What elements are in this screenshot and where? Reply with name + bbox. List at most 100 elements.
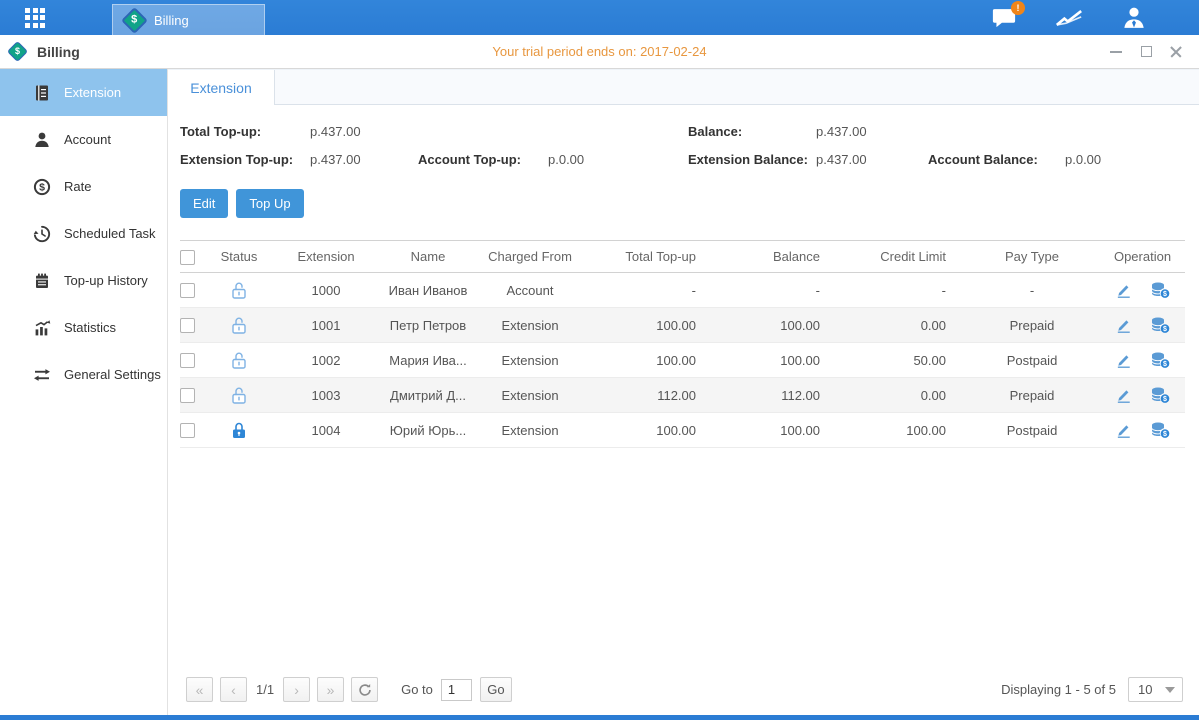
pagination-bar: « ‹ 1/1 › » Go to Go Displaying 1 - 5 of… [180,677,1185,715]
svg-text:$: $ [39,181,45,193]
column-header-pay-type: Pay Type [964,241,1100,273]
cell-charged-from: Extension [474,413,586,448]
select-all-checkbox[interactable] [180,250,195,265]
chevron-down-icon [1165,687,1175,693]
edit-extension-button[interactable] [1115,282,1132,299]
sidebar-item-scheduled-task[interactable]: Scheduled Task [0,210,167,257]
trial-notice: Your trial period ends on: 2017-02-24 [0,44,1199,59]
page-size-select[interactable]: 10 [1128,677,1183,702]
minimize-button[interactable] [1109,45,1123,59]
top-up-extension-button[interactable]: $ [1150,421,1170,439]
sidebar-item-label: General Settings [64,367,161,382]
column-header-name: Name [382,241,474,273]
cell-name: Петр Петров [382,308,474,343]
column-header-extension: Extension [270,241,382,273]
page-indicator: 1/1 [256,682,274,697]
messages-button[interactable]: ! [991,7,1017,29]
total-topup-value: p.437.00 [310,124,418,139]
table-row: 1002 Мария Ива... Extension 100.00 100.0… [180,343,1185,378]
coins-icon: $ [1150,351,1170,369]
row-checkbox[interactable] [180,423,195,438]
column-header-operation: Operation [1100,241,1185,273]
sidebar-item-label: Extension [64,85,121,100]
goto-label: Go to [401,682,433,697]
extension-table-body: 1000 Иван Иванов Account - - - - $ 1001 … [180,273,1185,448]
locked-icon[interactable] [231,421,247,440]
pencil-icon [1115,317,1132,334]
app-launcher-button[interactable] [0,8,70,28]
sidebar-item-topup-history[interactable]: Top-up History [0,257,167,304]
cell-total-topup: 100.00 [586,413,714,448]
balance-value: p.437.00 [816,124,928,139]
cell-pay-type: Prepaid [964,378,1100,413]
row-checkbox[interactable] [180,353,195,368]
sliders-icon [33,366,51,384]
displaying-text: Displaying 1 - 5 of 5 [1001,682,1116,697]
sidebar-item-account[interactable]: Account [0,116,167,163]
system-topbar: $ Billing ! [0,0,1199,35]
app-tab-billing[interactable]: $ Billing [112,4,265,35]
top-up-extension-button[interactable]: $ [1150,316,1170,334]
top-up-button[interactable]: Top Up [236,189,303,218]
edit-extension-button[interactable] [1115,352,1132,369]
cell-total-topup: 112.00 [586,378,714,413]
table-row: 1001 Петр Петров Extension 100.00 100.00… [180,308,1185,343]
table-row: 1004 Юрий Юрь... Extension 100.00 100.00… [180,413,1185,448]
sidebar-item-general-settings[interactable]: General Settings [0,351,167,398]
cell-extension: 1000 [270,273,382,308]
refresh-icon [358,683,372,697]
unlocked-icon[interactable] [231,351,247,370]
svg-text:$: $ [1163,396,1167,403]
sidebar-item-rate[interactable]: $ Rate [0,163,167,210]
row-checkbox[interactable] [180,388,195,403]
edit-extension-button[interactable] [1115,317,1132,334]
goto-page-input[interactable] [441,679,472,701]
edit-button[interactable]: Edit [180,189,228,218]
cell-charged-from: Extension [474,308,586,343]
cell-extension: 1003 [270,378,382,413]
first-page-button[interactable]: « [186,677,213,702]
coins-icon: $ [1150,386,1170,404]
cell-credit-limit: 0.00 [838,378,964,413]
dollar-circle-icon: $ [33,178,51,196]
unlocked-icon[interactable] [231,281,247,300]
edit-extension-button[interactable] [1115,422,1132,439]
cell-balance: 100.00 [714,343,838,378]
cell-extension: 1001 [270,308,382,343]
reports-button[interactable] [1055,7,1083,29]
unlocked-icon[interactable] [231,386,247,405]
billing-app-window: $ Billing ! $ Billing Your trial period … [0,0,1199,720]
prev-page-button[interactable]: ‹ [220,677,247,702]
notebook-icon [33,272,51,290]
sidebar-item-extension[interactable]: Extension [0,69,167,116]
top-up-extension-button[interactable]: $ [1150,281,1170,299]
cell-balance: 100.00 [714,413,838,448]
history-clock-icon [33,225,51,243]
sidebar-item-statistics[interactable]: Statistics [0,304,167,351]
top-up-extension-button[interactable]: $ [1150,351,1170,369]
refresh-button[interactable] [351,677,378,702]
top-up-extension-button[interactable]: $ [1150,386,1170,404]
svg-text:$: $ [1163,326,1167,333]
unlocked-icon[interactable] [231,316,247,335]
table-row: 1000 Иван Иванов Account - - - - $ [180,273,1185,308]
sidebar-item-label: Account [64,132,111,147]
go-button[interactable]: Go [480,677,512,702]
cell-total-topup: 100.00 [586,343,714,378]
row-checkbox[interactable] [180,283,195,298]
person-icon [33,131,51,149]
extension-balance-value: p.437.00 [816,152,928,167]
row-checkbox[interactable] [180,318,195,333]
tab-extension[interactable]: Extension [168,70,275,105]
cell-extension: 1002 [270,343,382,378]
close-button[interactable] [1169,45,1183,59]
cell-credit-limit: 50.00 [838,343,964,378]
next-page-button[interactable]: › [283,677,310,702]
cell-name: Иван Иванов [382,273,474,308]
column-header-balance: Balance [714,241,838,273]
edit-extension-button[interactable] [1115,387,1132,404]
last-page-button[interactable]: » [317,677,344,702]
account-menu-button[interactable] [1121,6,1147,29]
maximize-button[interactable] [1139,45,1153,59]
coins-icon: $ [1150,316,1170,334]
